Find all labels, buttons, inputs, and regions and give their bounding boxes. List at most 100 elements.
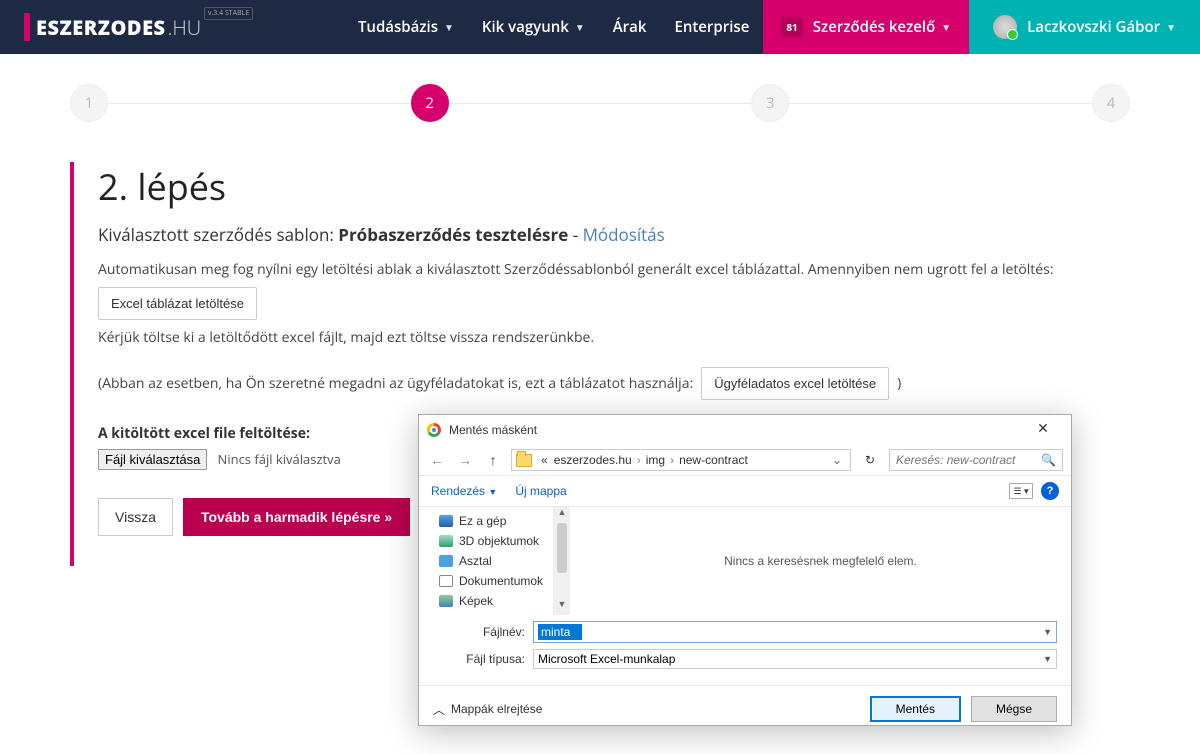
folder-icon (516, 454, 532, 467)
tree-label: 3D objektumok (459, 534, 539, 548)
dialog-body: Ez a gép 3D objektumok Asztal Dokumentum… (419, 507, 1071, 615)
nav-contract-manager[interactable]: 81 Szerződés kezelő ▼ (763, 0, 969, 54)
caret-down-icon: ▼ (444, 20, 454, 34)
chrome-icon (427, 423, 441, 437)
tree-label: Dokumentumok (459, 574, 543, 588)
tree-item-3d[interactable]: 3D objektumok (419, 531, 553, 551)
back-button[interactable]: Vissza (98, 498, 173, 536)
hide-folders-toggle[interactable]: ︿ Mappák elrejtése (433, 701, 542, 718)
tree-item-pictures[interactable]: Képek (419, 591, 553, 611)
dialog-toolbar: Rendezés ▼ Új mappa ☰ ▾ ? (419, 476, 1071, 507)
save-button[interactable]: Mentés (870, 696, 961, 722)
stepper: 1 2 3 4 (0, 54, 1200, 152)
step-subtitle: Kiválasztott szerződés sablon: Próbaszer… (98, 223, 1130, 246)
modify-link[interactable]: Módosítás (583, 223, 665, 246)
path-segment[interactable]: eszerzodes.hu (551, 453, 635, 467)
nav-about[interactable]: Kik vagyunk ▼ (468, 0, 599, 54)
nav-label: Szerződés kezelő (813, 17, 935, 37)
nav-label: Kik vagyunk (482, 17, 569, 37)
scrollbar[interactable]: ▲ ▼ (554, 507, 570, 615)
tree-label: Képek (459, 594, 493, 608)
scroll-thumb[interactable] (557, 523, 567, 573)
filetype-combo[interactable]: ▼ (533, 649, 1057, 669)
caret-down-icon: ▼ (941, 20, 951, 34)
next-button[interactable]: Tovább a harmadik lépésre » (183, 498, 410, 536)
path-dropdown-icon[interactable]: ⌄ (828, 453, 846, 467)
subtitle-prefix: Kiválasztott szerződés sablon: (98, 223, 338, 246)
no-file-label: Nincs fájl kiválasztva (218, 450, 341, 468)
view-mode-button[interactable]: ☰ ▾ (1009, 483, 1033, 499)
caret-down-icon: ▼ (1166, 20, 1176, 34)
document-icon (439, 575, 453, 587)
search-box[interactable]: 🔍 (889, 449, 1063, 471)
dialog-fields: Fájlnév: ▼ Fájl típusa: ▼ (419, 615, 1071, 681)
step-line (789, 103, 1092, 104)
chevron-down-icon[interactable]: ▼ (1043, 627, 1052, 637)
dialog-navbar: ← → ↑ « eszerzodes.hu › img › new-contra… (419, 445, 1071, 476)
new-folder-button[interactable]: Új mappa (515, 484, 566, 498)
help-icon[interactable]: ? (1041, 482, 1059, 500)
filetype-input[interactable] (538, 652, 1043, 666)
filetype-label: Fájl típusa: (433, 652, 533, 666)
tree-label: Ez a gép (459, 514, 506, 528)
filename-label: Fájlnév: (433, 625, 533, 639)
folder-tree: Ez a gép 3D objektumok Asztal Dokumentum… (419, 507, 554, 615)
filename-combo[interactable]: ▼ (533, 621, 1057, 643)
nav-user-menu[interactable]: Laczkovszki Gábor ▼ (969, 0, 1200, 54)
close-button[interactable]: ✕ (1023, 420, 1063, 440)
logo-text: ESZERZODES (36, 14, 166, 41)
info-paragraph: (Abban az esetben, ha Ön szeretné megadn… (98, 374, 693, 393)
step-3[interactable]: 3 (751, 84, 789, 122)
nav-label: Árak (613, 17, 647, 37)
nav-enterprise[interactable]: Enterprise (660, 0, 763, 54)
step-line (108, 103, 411, 104)
customer-data-row: (Abban az esetben, ha Ön szeretné megadn… (98, 367, 1130, 400)
search-input[interactable] (896, 453, 1041, 467)
pc-icon (439, 515, 453, 527)
step-1[interactable]: 1 (70, 84, 108, 122)
version-badge: v.3.4 STABLE (204, 7, 253, 20)
nav-knowledgebase[interactable]: Tudásbázis ▼ (344, 0, 468, 54)
cancel-button[interactable]: Mégse (971, 696, 1057, 722)
chevron-right-icon: › (635, 453, 643, 467)
dialog-title: Mentés másként (449, 423, 537, 437)
tree-item-this-pc[interactable]: Ez a gép (419, 511, 553, 531)
pictures-icon (439, 595, 453, 607)
scroll-down-icon[interactable]: ▼ (554, 599, 570, 615)
header: ESZERZODES .HU v.3.4 STABLE Tudásbázis ▼… (0, 0, 1200, 54)
step-2[interactable]: 2 (411, 84, 449, 122)
step-line (449, 103, 752, 104)
path-prefix[interactable]: « (538, 453, 551, 467)
refresh-icon[interactable]: ↻ (859, 453, 881, 467)
back-arrow-icon[interactable]: ← (427, 452, 447, 468)
notification-badge: 81 (781, 17, 802, 37)
file-choose-button[interactable]: Fájl kiválasztása (98, 449, 207, 470)
template-name: Próbaszerződés tesztelésre (338, 223, 568, 246)
logo-suffix: .HU (168, 14, 202, 41)
path-bar[interactable]: « eszerzodes.hu › img › new-contract ⌄ (511, 449, 851, 471)
hide-folders-label: Mappák elrejtése (451, 702, 542, 716)
tree-item-documents[interactable]: Dokumentumok (419, 571, 553, 591)
download-excel-button[interactable]: Excel táblázat letöltése (98, 287, 257, 320)
filename-input[interactable] (538, 624, 582, 640)
info-paragraph: Kérjük töltse ki a letöltődött excel fáj… (98, 328, 1130, 347)
up-arrow-icon[interactable]: ↑ (483, 452, 503, 468)
nav-pricing[interactable]: Árak (599, 0, 661, 54)
step-4[interactable]: 4 (1092, 84, 1130, 122)
chevron-down-icon[interactable]: ▼ (1043, 654, 1052, 664)
chevron-right-icon: › (668, 453, 676, 467)
desktop-icon (439, 555, 453, 567)
download-customer-excel-button[interactable]: Ügyféladatos excel letöltése (701, 367, 889, 400)
search-icon: 🔍 (1041, 453, 1056, 467)
info-paragraph: Automatikusan meg fog nyílni egy letölté… (98, 260, 1130, 279)
organize-menu[interactable]: Rendezés ▼ (431, 484, 497, 498)
tree-item-desktop[interactable]: Asztal (419, 551, 553, 571)
avatar (993, 15, 1017, 39)
path-segment[interactable]: img (643, 453, 668, 467)
path-segment[interactable]: new-contract (676, 453, 751, 467)
dialog-footer: ︿ Mappák elrejtése Mentés Mégse (419, 685, 1071, 722)
scroll-up-icon[interactable]: ▲ (554, 507, 570, 523)
logo[interactable]: ESZERZODES .HU v.3.4 STABLE (24, 13, 201, 41)
info-paragraph: ) (897, 374, 901, 393)
step-title: 2. lépés (98, 162, 1130, 211)
